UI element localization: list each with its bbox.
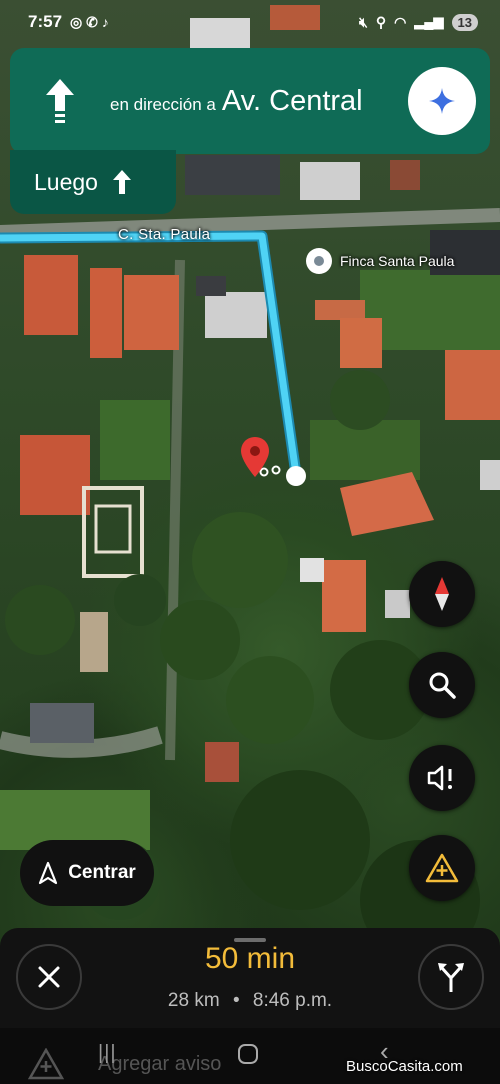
status-bar: 7:57 ◎ ✆ ♪ 🔇︎ ⚲ ◠ ▂▄▆ 13 xyxy=(0,0,500,44)
status-time: 7:57 xyxy=(28,12,63,31)
assistant-button[interactable] xyxy=(408,67,476,135)
speaker-alert-icon xyxy=(427,765,452,791)
fork-routes-icon xyxy=(438,963,464,992)
direction-prefix: en dirección a xyxy=(110,94,216,114)
trip-panel[interactable]: 50 min 28 km • 8:46 p.m. xyxy=(0,928,500,1028)
trip-distance: 28 km xyxy=(167,990,220,1011)
straight-arrow-icon xyxy=(10,48,110,154)
sparkle-icon xyxy=(429,88,455,114)
compass-icon xyxy=(435,577,449,611)
direction-street: Av. Central xyxy=(221,84,363,117)
add-report-hint: Agregar aviso xyxy=(28,1048,221,1080)
warning-icon xyxy=(28,1048,64,1080)
system-navigation-bar: Agregar aviso ||| ‹ xyxy=(0,1028,500,1084)
then-label: Luego xyxy=(34,168,98,195)
destination-pin-icon[interactable] xyxy=(240,436,270,478)
search-button[interactable] xyxy=(409,652,475,718)
navigation-arrow-icon xyxy=(39,861,58,885)
navigation-banner[interactable]: en dirección a Av. Central xyxy=(10,48,490,154)
place-marker[interactable]: Finca Santa Paula xyxy=(306,248,454,274)
then-straight-arrow-icon xyxy=(112,170,131,194)
compass-button[interactable] xyxy=(409,561,475,627)
recent-apps-button[interactable]: ||| xyxy=(98,1042,117,1065)
search-icon xyxy=(429,672,456,699)
place-name: Finca Santa Paula xyxy=(340,253,455,269)
signal-icon: ▂▄▆ xyxy=(414,14,444,29)
report-incident-button[interactable] xyxy=(409,835,475,901)
then-panel: Luego xyxy=(10,150,176,214)
direction-text: en dirección a Av. Central xyxy=(110,85,408,118)
notification-icons: ◎ ✆ ♪ xyxy=(70,13,109,30)
warning-plus-icon xyxy=(425,853,459,883)
alternate-routes-button[interactable] xyxy=(418,944,484,1010)
street-label: C. Sta. Paula xyxy=(118,226,211,243)
location-pin-icon xyxy=(306,248,332,274)
separator-dot: • xyxy=(232,990,240,1011)
audio-button[interactable] xyxy=(409,745,475,811)
home-button[interactable] xyxy=(238,1044,258,1064)
battery-indicator: 13 xyxy=(451,13,478,31)
mute-icon: 🔇︎ xyxy=(359,13,368,30)
wifi-icon: ◠ xyxy=(394,13,407,30)
location-icon: ⚲ xyxy=(375,13,387,30)
arrival-time: 8:46 p.m. xyxy=(252,990,333,1011)
watermark: BuscoCasita.com xyxy=(346,1058,463,1075)
center-label: Centrar xyxy=(68,862,136,883)
center-button[interactable]: Centrar xyxy=(20,840,154,906)
